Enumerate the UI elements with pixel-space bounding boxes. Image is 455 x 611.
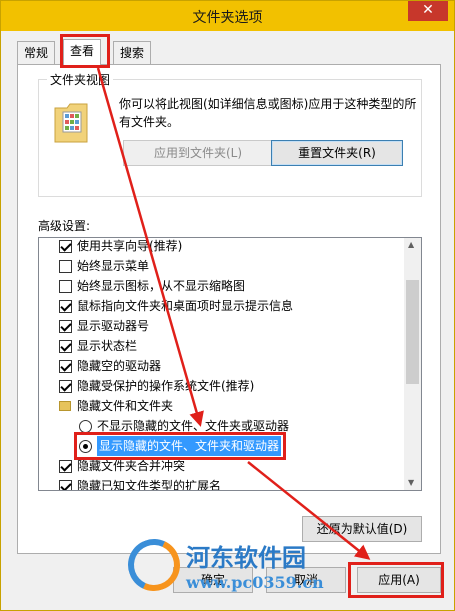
arrow-to-option (96, 67, 204, 427)
watermark-url: www.pc0359.cn (186, 573, 324, 592)
watermark-name: 河东软件园 (186, 543, 306, 572)
annotation-arrows (96, 67, 371, 560)
watermark-logo-icon (120, 531, 188, 599)
watermark: 河东软件园 www.pc0359.cn (120, 531, 324, 599)
